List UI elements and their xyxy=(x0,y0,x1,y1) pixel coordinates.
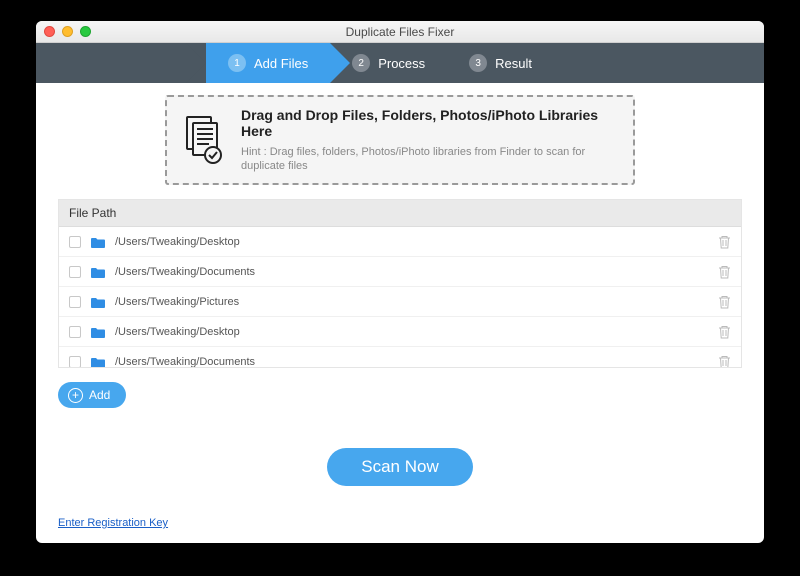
documents-check-icon xyxy=(183,115,227,165)
content-area: Drag and Drop Files, Folders, Photos/iPh… xyxy=(36,83,764,486)
trash-icon[interactable] xyxy=(718,235,731,249)
folder-icon xyxy=(91,326,105,338)
folder-icon xyxy=(91,356,105,368)
add-button[interactable]: + Add xyxy=(58,382,126,408)
add-button-label: Add xyxy=(89,388,110,402)
step-number: 2 xyxy=(352,54,370,72)
trash-icon[interactable] xyxy=(718,265,731,279)
plus-icon: + xyxy=(68,388,83,403)
step-result[interactable]: 3 Result xyxy=(447,43,554,83)
step-number: 3 xyxy=(469,54,487,72)
registration-link[interactable]: Enter Registration Key xyxy=(58,517,168,529)
row-checkbox[interactable] xyxy=(69,266,81,278)
step-label: Add Files xyxy=(254,56,308,71)
file-list: File Path /Users/Tweaking/Desktop/Users/… xyxy=(58,199,742,368)
step-number: 1 xyxy=(228,54,246,72)
folder-icon xyxy=(91,266,105,278)
app-window: Duplicate Files Fixer 1 Add Files 2 Proc… xyxy=(36,21,764,543)
step-label: Process xyxy=(378,56,425,71)
trash-icon[interactable] xyxy=(718,355,731,368)
file-path: /Users/Tweaking/Desktop xyxy=(115,326,718,338)
step-bar: 1 Add Files 2 Process 3 Result xyxy=(36,43,764,83)
row-checkbox[interactable] xyxy=(69,236,81,248)
file-path: /Users/Tweaking/Desktop xyxy=(115,236,718,248)
file-path: /Users/Tweaking/Documents xyxy=(115,356,718,368)
file-path: /Users/Tweaking/Pictures xyxy=(115,296,718,308)
folder-icon xyxy=(91,296,105,308)
file-list-body[interactable]: /Users/Tweaking/Desktop/Users/Tweaking/D… xyxy=(59,227,741,367)
scan-now-button[interactable]: Scan Now xyxy=(327,448,472,486)
table-row: /Users/Tweaking/Documents xyxy=(59,347,741,367)
drop-zone[interactable]: Drag and Drop Files, Folders, Photos/iPh… xyxy=(165,95,635,185)
trash-icon[interactable] xyxy=(718,295,731,309)
step-process[interactable]: 2 Process xyxy=(330,43,447,83)
window-title: Duplicate Files Fixer xyxy=(36,25,764,39)
step-label: Result xyxy=(495,56,532,71)
row-checkbox[interactable] xyxy=(69,356,81,368)
row-checkbox[interactable] xyxy=(69,296,81,308)
folder-icon xyxy=(91,236,105,248)
step-add-files[interactable]: 1 Add Files xyxy=(206,43,330,83)
file-list-header: File Path xyxy=(59,200,741,227)
file-path: /Users/Tweaking/Documents xyxy=(115,266,718,278)
table-row: /Users/Tweaking/Desktop xyxy=(59,317,741,347)
row-checkbox[interactable] xyxy=(69,326,81,338)
drop-zone-title: Drag and Drop Files, Folders, Photos/iPh… xyxy=(241,107,617,139)
drop-zone-hint: Hint : Drag files, folders, Photos/iPhot… xyxy=(241,145,617,174)
table-row: /Users/Tweaking/Desktop xyxy=(59,227,741,257)
trash-icon[interactable] xyxy=(718,325,731,339)
drop-zone-text: Drag and Drop Files, Folders, Photos/iPh… xyxy=(241,107,617,174)
table-row: /Users/Tweaking/Pictures xyxy=(59,287,741,317)
titlebar: Duplicate Files Fixer xyxy=(36,21,764,43)
table-row: /Users/Tweaking/Documents xyxy=(59,257,741,287)
